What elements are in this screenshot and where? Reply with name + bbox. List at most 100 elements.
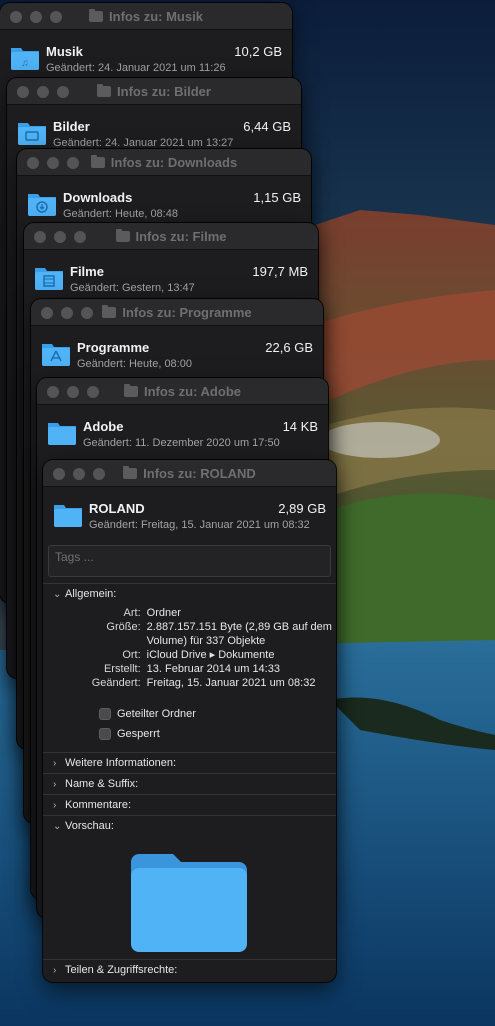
item-modified: Geändert: Heute, 08:48 [63,208,178,220]
window-title: Infos zu: Adobe [143,383,241,399]
close-button[interactable] [53,468,65,480]
zoom-button[interactable] [67,157,79,169]
chevron-down-icon: ⌄ [53,588,62,600]
modified-label: Geändert: [91,677,141,689]
window-title: Infos zu: Bilder [117,83,211,99]
zoom-button[interactable] [50,11,62,23]
locked-checkbox[interactable]: Gesperrt [99,724,336,744]
item-modified: Geändert: Heute, 08:00 [77,358,192,370]
chevron-right-icon: › [53,778,57,790]
folder-icon [54,505,82,527]
title-bar[interactable]: Infos zu: Filme [24,223,318,250]
zoom-button[interactable] [57,86,69,98]
item-modified: Geändert: 24. Januar 2021 um 11:26 [46,62,226,74]
folder-icon [89,8,104,22]
window-title: Infos zu: Filme [135,228,227,244]
zoom-button[interactable] [74,231,86,243]
minimize-button[interactable] [30,11,42,23]
title-bar[interactable]: Infos zu: Musik [0,3,292,30]
tags-field[interactable]: Tags ... [48,545,331,577]
item-size: 2,89 GB [278,501,326,516]
preview-area [43,836,336,978]
minimize-button[interactable] [47,157,59,169]
locked-label: Gesperrt [117,728,160,740]
item-modified: Geändert: Freitag, 15. Januar 2021 um 08… [89,519,310,531]
movies-folder-icon [35,268,63,290]
item-size: 197,7 MB [252,264,308,279]
window-title: Infos zu: Programme [122,304,252,320]
zoom-button[interactable] [81,307,93,319]
title-bar[interactable]: Infos zu: ROLAND [43,460,336,487]
created-label: Erstellt: [103,663,141,675]
folder-icon [97,83,112,97]
kind-value: Ordner [146,607,181,619]
section-sharing-label: Teilen & Zugriffsrechte: [65,964,178,976]
item-modified: Geändert: Gestern, 13:47 [70,282,195,294]
item-size: 22,6 GB [265,340,313,355]
location-label: Ort: [122,649,141,661]
title-bar[interactable]: Infos zu: Adobe [37,378,328,405]
title-bar[interactable]: Infos zu: Downloads [17,149,311,176]
size-value-line2: Volume) für 337 Objekte [146,635,266,647]
close-button[interactable] [47,386,59,398]
item-size: 10,2 GB [234,44,282,59]
minimize-button[interactable] [73,468,85,480]
zoom-button[interactable] [87,386,99,398]
folder-icon [123,465,138,479]
item-name: Downloads [63,190,133,205]
chevron-right-icon: › [53,964,57,976]
item-name: Musik [46,44,83,59]
item-modified: Geändert: 24. Januar 2021 um 13:27 [53,137,234,149]
item-size: 1,15 GB [253,190,301,205]
chevron-right-icon: › [53,799,57,811]
item-name: Bilder [53,119,90,134]
minimize-button[interactable] [37,86,49,98]
folder-icon [48,423,76,445]
section-general[interactable]: ⌄ Allgemein: [43,583,336,604]
window-title: Infos zu: Downloads [110,154,238,170]
size-value-line1: 2.887.157.151 Byte (2,89 GB auf dem [146,621,332,633]
shared-folder-checkbox[interactable]: Geteilter Ordner [99,704,336,724]
close-button[interactable] [17,86,29,98]
minimize-button[interactable] [54,231,66,243]
item-size: 6,44 GB [243,119,291,134]
chevron-right-icon: › [53,757,57,769]
section-preview[interactable]: ⌄ Vorschau: [43,815,336,836]
window-title: Infos zu: Musik [109,8,203,24]
music-folder-icon: ♫ [11,48,39,70]
size-label: Größe: [106,621,141,633]
zoom-button[interactable] [93,468,105,480]
checkbox[interactable] [99,708,111,720]
item-name: ROLAND [89,501,145,516]
close-button[interactable] [41,307,53,319]
section-more-info-label: Weitere Informationen: [65,757,177,769]
created-value: 13. Februar 2014 um 14:33 [146,663,280,675]
folder-preview-icon [131,854,247,952]
section-preview-label: Vorschau: [65,820,114,832]
section-general-label: Allgemein: [65,588,117,600]
close-button[interactable] [27,157,39,169]
modified-value: Freitag, 15. Januar 2021 um 08:32 [146,677,316,689]
section-sharing[interactable]: › Teilen & Zugriffsrechte: [43,959,336,980]
info-window-roland[interactable]: Infos zu: ROLAND ROLAND 2,89 GB Geändert… [43,460,336,982]
svg-text:♫: ♫ [21,58,29,69]
location-value: iCloud Drive ▸ Dokumente [146,649,275,661]
title-bar[interactable]: Infos zu: Programme [31,299,323,326]
item-name: Programme [77,340,150,355]
checkbox[interactable] [99,728,111,740]
pictures-folder-icon [18,123,46,145]
title-bar[interactable]: Infos zu: Bilder [7,78,301,105]
applications-folder-icon [42,344,70,366]
folder-icon [102,304,117,318]
minimize-button[interactable] [61,307,73,319]
folder-icon [123,383,138,397]
close-button[interactable] [34,231,46,243]
folder-icon [90,154,105,168]
section-more-info[interactable]: › Weitere Informationen: [43,752,336,773]
minimize-button[interactable] [67,386,79,398]
close-button[interactable] [10,11,22,23]
section-name-extension[interactable]: › Name & Suffix: [43,773,336,794]
folder-icon [115,228,130,242]
item-size: 14 KB [282,419,318,434]
section-comments[interactable]: › Kommentare: [43,794,336,815]
